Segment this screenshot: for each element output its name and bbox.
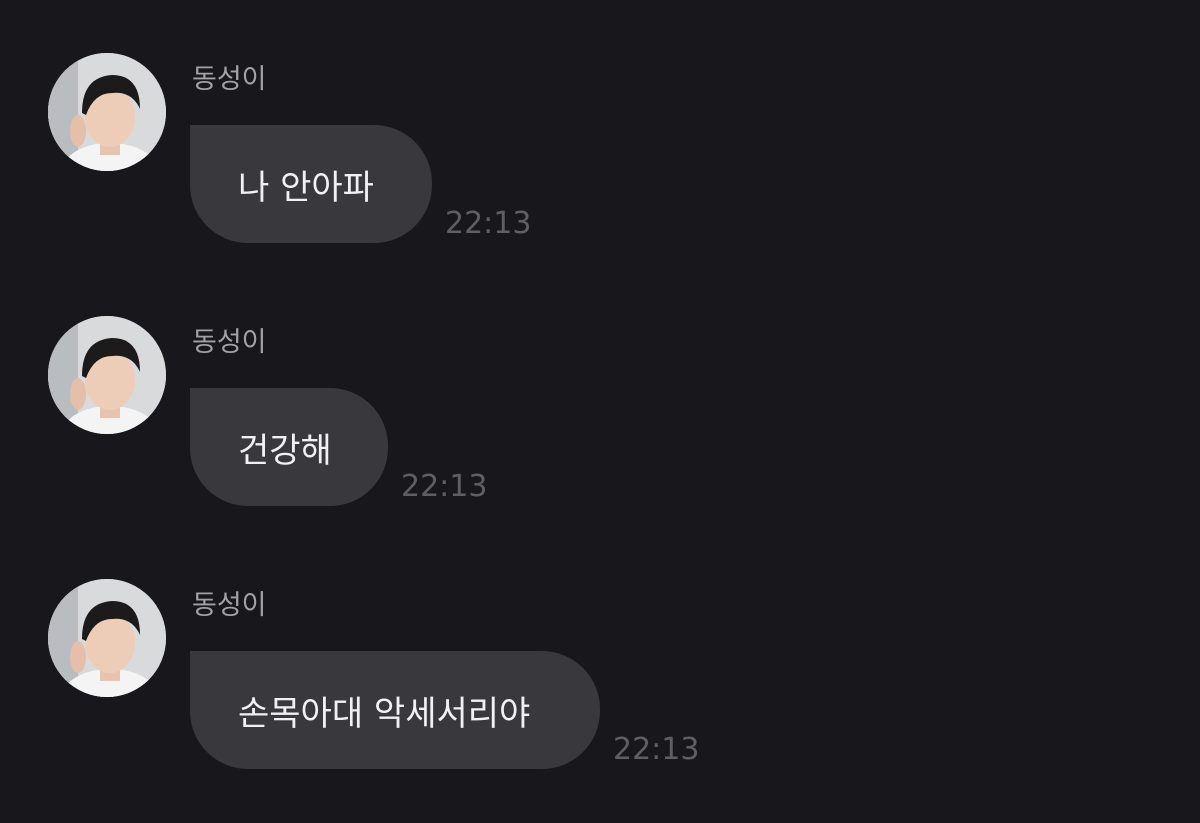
message-text: 손목아대 악세서리야 [238, 693, 531, 734]
avatar[interactable] [48, 53, 166, 171]
chat-message-list: 동성이 나 안아파 22:13 동성이 건강해 22:13 동성이 손목아대 악… [0, 0, 1200, 823]
profile-photo-icon [48, 579, 166, 697]
avatar[interactable] [48, 316, 166, 434]
message-timestamp: 22:13 [401, 469, 488, 504]
message-text: 나 안아파 [238, 167, 374, 208]
message-timestamp: 22:13 [613, 732, 700, 767]
avatar[interactable] [48, 579, 166, 697]
message-text: 건강해 [238, 430, 332, 471]
message-timestamp: 22:13 [445, 206, 532, 241]
profile-photo-icon [48, 316, 166, 434]
sender-name: 동성이 [192, 590, 267, 621]
sender-name: 동성이 [192, 64, 267, 95]
message-bubble[interactable]: 건강해 [190, 388, 388, 506]
sender-name: 동성이 [192, 327, 267, 358]
message-bubble[interactable]: 나 안아파 [190, 125, 432, 243]
profile-photo-icon [48, 53, 166, 171]
message-bubble[interactable]: 손목아대 악세서리야 [190, 651, 600, 769]
